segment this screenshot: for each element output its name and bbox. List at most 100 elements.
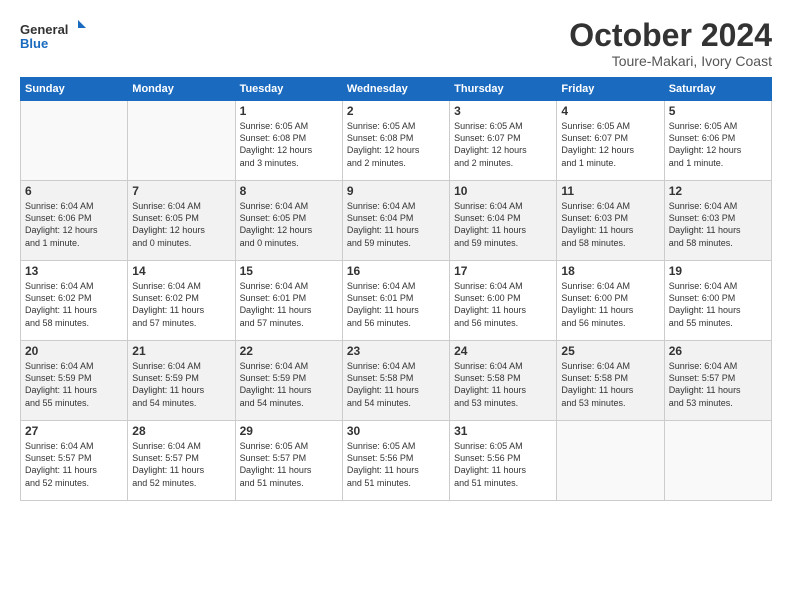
day-info: Sunrise: 6:05 AM Sunset: 6:08 PM Dayligh… <box>240 120 338 169</box>
day-info: Sunrise: 6:04 AM Sunset: 5:57 PM Dayligh… <box>25 440 123 489</box>
day-info: Sunrise: 6:04 AM Sunset: 6:05 PM Dayligh… <box>240 200 338 249</box>
calendar-table: Sunday Monday Tuesday Wednesday Thursday… <box>20 77 772 501</box>
table-row: 1 Sunrise: 6:05 AM Sunset: 6:08 PM Daylig… <box>235 101 342 181</box>
table-row <box>557 421 664 501</box>
table-row: 12Sunrise: 6:04 AM Sunset: 6:03 PM Dayli… <box>664 181 771 261</box>
day-info: Sunrise: 6:04 AM Sunset: 6:06 PM Dayligh… <box>25 200 123 249</box>
table-row: 30 Sunrise: 6:05 AM Sunset: 5:56 PM Dayli… <box>342 421 449 501</box>
day-info: Sunrise: 6:04 AM Sunset: 6:00 PM Dayligh… <box>454 280 552 329</box>
day-info: Sunrise: 6:04 AM Sunset: 5:58 PM Dayligh… <box>347 360 445 409</box>
day-info: Sunrise: 6:04 AM Sunset: 6:04 PM Dayligh… <box>347 200 445 249</box>
table-row: 9 Sunrise: 6:04 AM Sunset: 6:04 PM Daylig… <box>342 181 449 261</box>
table-row: 26Sunrise: 6:04 AM Sunset: 5:57 PM Dayli… <box>664 341 771 421</box>
table-row: 28 Sunrise: 6:04 AM Sunset: 5:57 PM Dayli… <box>128 421 235 501</box>
col-sunday: Sunday <box>21 78 128 101</box>
day-number: 30 <box>347 424 445 438</box>
day-info: Sunrise: 6:04 AM Sunset: 5:58 PM Dayligh… <box>561 360 659 409</box>
col-tuesday: Tuesday <box>235 78 342 101</box>
month-title: October 2024 <box>569 18 772 53</box>
calendar-body: 1 Sunrise: 6:05 AM Sunset: 6:08 PM Daylig… <box>21 101 772 501</box>
day-info: Sunrise: 6:04 AM Sunset: 6:00 PM Dayligh… <box>561 280 659 329</box>
day-number: 6 <box>25 184 123 198</box>
day-number: 29 <box>240 424 338 438</box>
day-info: Sunrise: 6:05 AM Sunset: 6:07 PM Dayligh… <box>561 120 659 169</box>
day-info: Sunrise: 6:05 AM Sunset: 6:07 PM Dayligh… <box>454 120 552 169</box>
table-row: 4 Sunrise: 6:05 AM Sunset: 6:07 PM Daylig… <box>557 101 664 181</box>
table-row: 6 Sunrise: 6:04 AM Sunset: 6:06 PM Daylig… <box>21 181 128 261</box>
day-info: Sunrise: 6:04 AM Sunset: 6:01 PM Dayligh… <box>347 280 445 329</box>
svg-text:General: General <box>20 22 68 37</box>
table-row: 8Sunrise: 6:04 AM Sunset: 6:05 PM Daylig… <box>235 181 342 261</box>
day-info: Sunrise: 6:04 AM Sunset: 6:02 PM Dayligh… <box>132 280 230 329</box>
calendar-header: Sunday Monday Tuesday Wednesday Thursday… <box>21 78 772 101</box>
calendar-week-row: 13 Sunrise: 6:04 AM Sunset: 6:02 PM Dayli… <box>21 261 772 341</box>
day-number: 16 <box>347 264 445 278</box>
table-row: 14 Sunrise: 6:04 AM Sunset: 6:02 PM Dayli… <box>128 261 235 341</box>
day-number: 12 <box>669 184 767 198</box>
day-number: 17 <box>454 264 552 278</box>
day-info: Sunrise: 6:05 AM Sunset: 5:56 PM Dayligh… <box>347 440 445 489</box>
title-block: October 2024 Toure-Makari, Ivory Coast <box>569 18 772 69</box>
col-monday: Monday <box>128 78 235 101</box>
col-saturday: Saturday <box>664 78 771 101</box>
col-wednesday: Wednesday <box>342 78 449 101</box>
day-info: Sunrise: 6:04 AM Sunset: 6:03 PM Dayligh… <box>561 200 659 249</box>
table-row: 31 Sunrise: 6:05 AM Sunset: 5:56 PM Dayli… <box>450 421 557 501</box>
table-row: 18Sunrise: 6:04 AM Sunset: 6:00 PM Dayli… <box>557 261 664 341</box>
day-number: 20 <box>25 344 123 358</box>
calendar-week-row: 1 Sunrise: 6:05 AM Sunset: 6:08 PM Daylig… <box>21 101 772 181</box>
day-number: 9 <box>347 184 445 198</box>
page-container: General Blue October 2024 Toure-Makari, … <box>0 0 792 612</box>
day-number: 25 <box>561 344 659 358</box>
table-row: 21 Sunrise: 6:04 AM Sunset: 5:59 PM Dayli… <box>128 341 235 421</box>
table-row <box>128 101 235 181</box>
day-number: 13 <box>25 264 123 278</box>
day-info: Sunrise: 6:04 AM Sunset: 6:02 PM Dayligh… <box>25 280 123 329</box>
day-number: 28 <box>132 424 230 438</box>
table-row: 29 Sunrise: 6:05 AM Sunset: 5:57 PM Dayli… <box>235 421 342 501</box>
table-row: 16 Sunrise: 6:04 AM Sunset: 6:01 PM Dayli… <box>342 261 449 341</box>
table-row: 11Sunrise: 6:04 AM Sunset: 6:03 PM Dayli… <box>557 181 664 261</box>
day-number: 1 <box>240 104 338 118</box>
day-info: Sunrise: 6:04 AM Sunset: 5:57 PM Dayligh… <box>132 440 230 489</box>
day-info: Sunrise: 6:04 AM Sunset: 6:04 PM Dayligh… <box>454 200 552 249</box>
day-number: 3 <box>454 104 552 118</box>
day-info: Sunrise: 6:04 AM Sunset: 5:59 PM Dayligh… <box>240 360 338 409</box>
col-friday: Friday <box>557 78 664 101</box>
table-row: 3 Sunrise: 6:05 AM Sunset: 6:07 PM Daylig… <box>450 101 557 181</box>
table-row: 7 Sunrise: 6:04 AM Sunset: 6:05 PM Daylig… <box>128 181 235 261</box>
day-number: 31 <box>454 424 552 438</box>
day-info: Sunrise: 6:04 AM Sunset: 6:05 PM Dayligh… <box>132 200 230 249</box>
day-number: 14 <box>132 264 230 278</box>
day-info: Sunrise: 6:05 AM Sunset: 5:57 PM Dayligh… <box>240 440 338 489</box>
day-number: 10 <box>454 184 552 198</box>
day-info: Sunrise: 6:05 AM Sunset: 6:06 PM Dayligh… <box>669 120 767 169</box>
location-subtitle: Toure-Makari, Ivory Coast <box>569 53 772 69</box>
day-info: Sunrise: 6:04 AM Sunset: 5:59 PM Dayligh… <box>132 360 230 409</box>
logo: General Blue <box>20 18 90 54</box>
table-row: 17 Sunrise: 6:04 AM Sunset: 6:00 PM Dayli… <box>450 261 557 341</box>
day-info: Sunrise: 6:05 AM Sunset: 5:56 PM Dayligh… <box>454 440 552 489</box>
day-number: 26 <box>669 344 767 358</box>
day-number: 7 <box>132 184 230 198</box>
table-row <box>664 421 771 501</box>
day-info: Sunrise: 6:05 AM Sunset: 6:08 PM Dayligh… <box>347 120 445 169</box>
day-info: Sunrise: 6:04 AM Sunset: 5:58 PM Dayligh… <box>454 360 552 409</box>
logo-svg: General Blue <box>20 18 90 54</box>
table-row: 19Sunrise: 6:04 AM Sunset: 6:00 PM Dayli… <box>664 261 771 341</box>
table-row: 10 Sunrise: 6:04 AM Sunset: 6:04 PM Dayli… <box>450 181 557 261</box>
day-number: 27 <box>25 424 123 438</box>
table-row: 13 Sunrise: 6:04 AM Sunset: 6:02 PM Dayli… <box>21 261 128 341</box>
calendar-week-row: 20 Sunrise: 6:04 AM Sunset: 5:59 PM Dayli… <box>21 341 772 421</box>
day-number: 22 <box>240 344 338 358</box>
calendar-week-row: 6 Sunrise: 6:04 AM Sunset: 6:06 PM Daylig… <box>21 181 772 261</box>
table-row: 25 Sunrise: 6:04 AM Sunset: 5:58 PM Dayli… <box>557 341 664 421</box>
day-info: Sunrise: 6:04 AM Sunset: 6:01 PM Dayligh… <box>240 280 338 329</box>
day-number: 2 <box>347 104 445 118</box>
table-row: 23Sunrise: 6:04 AM Sunset: 5:58 PM Dayli… <box>342 341 449 421</box>
calendar-week-row: 27 Sunrise: 6:04 AM Sunset: 5:57 PM Dayli… <box>21 421 772 501</box>
day-number: 19 <box>669 264 767 278</box>
table-row: 20Sunrise: 6:04 AM Sunset: 5:59 PM Dayli… <box>21 341 128 421</box>
day-number: 21 <box>132 344 230 358</box>
day-number: 4 <box>561 104 659 118</box>
